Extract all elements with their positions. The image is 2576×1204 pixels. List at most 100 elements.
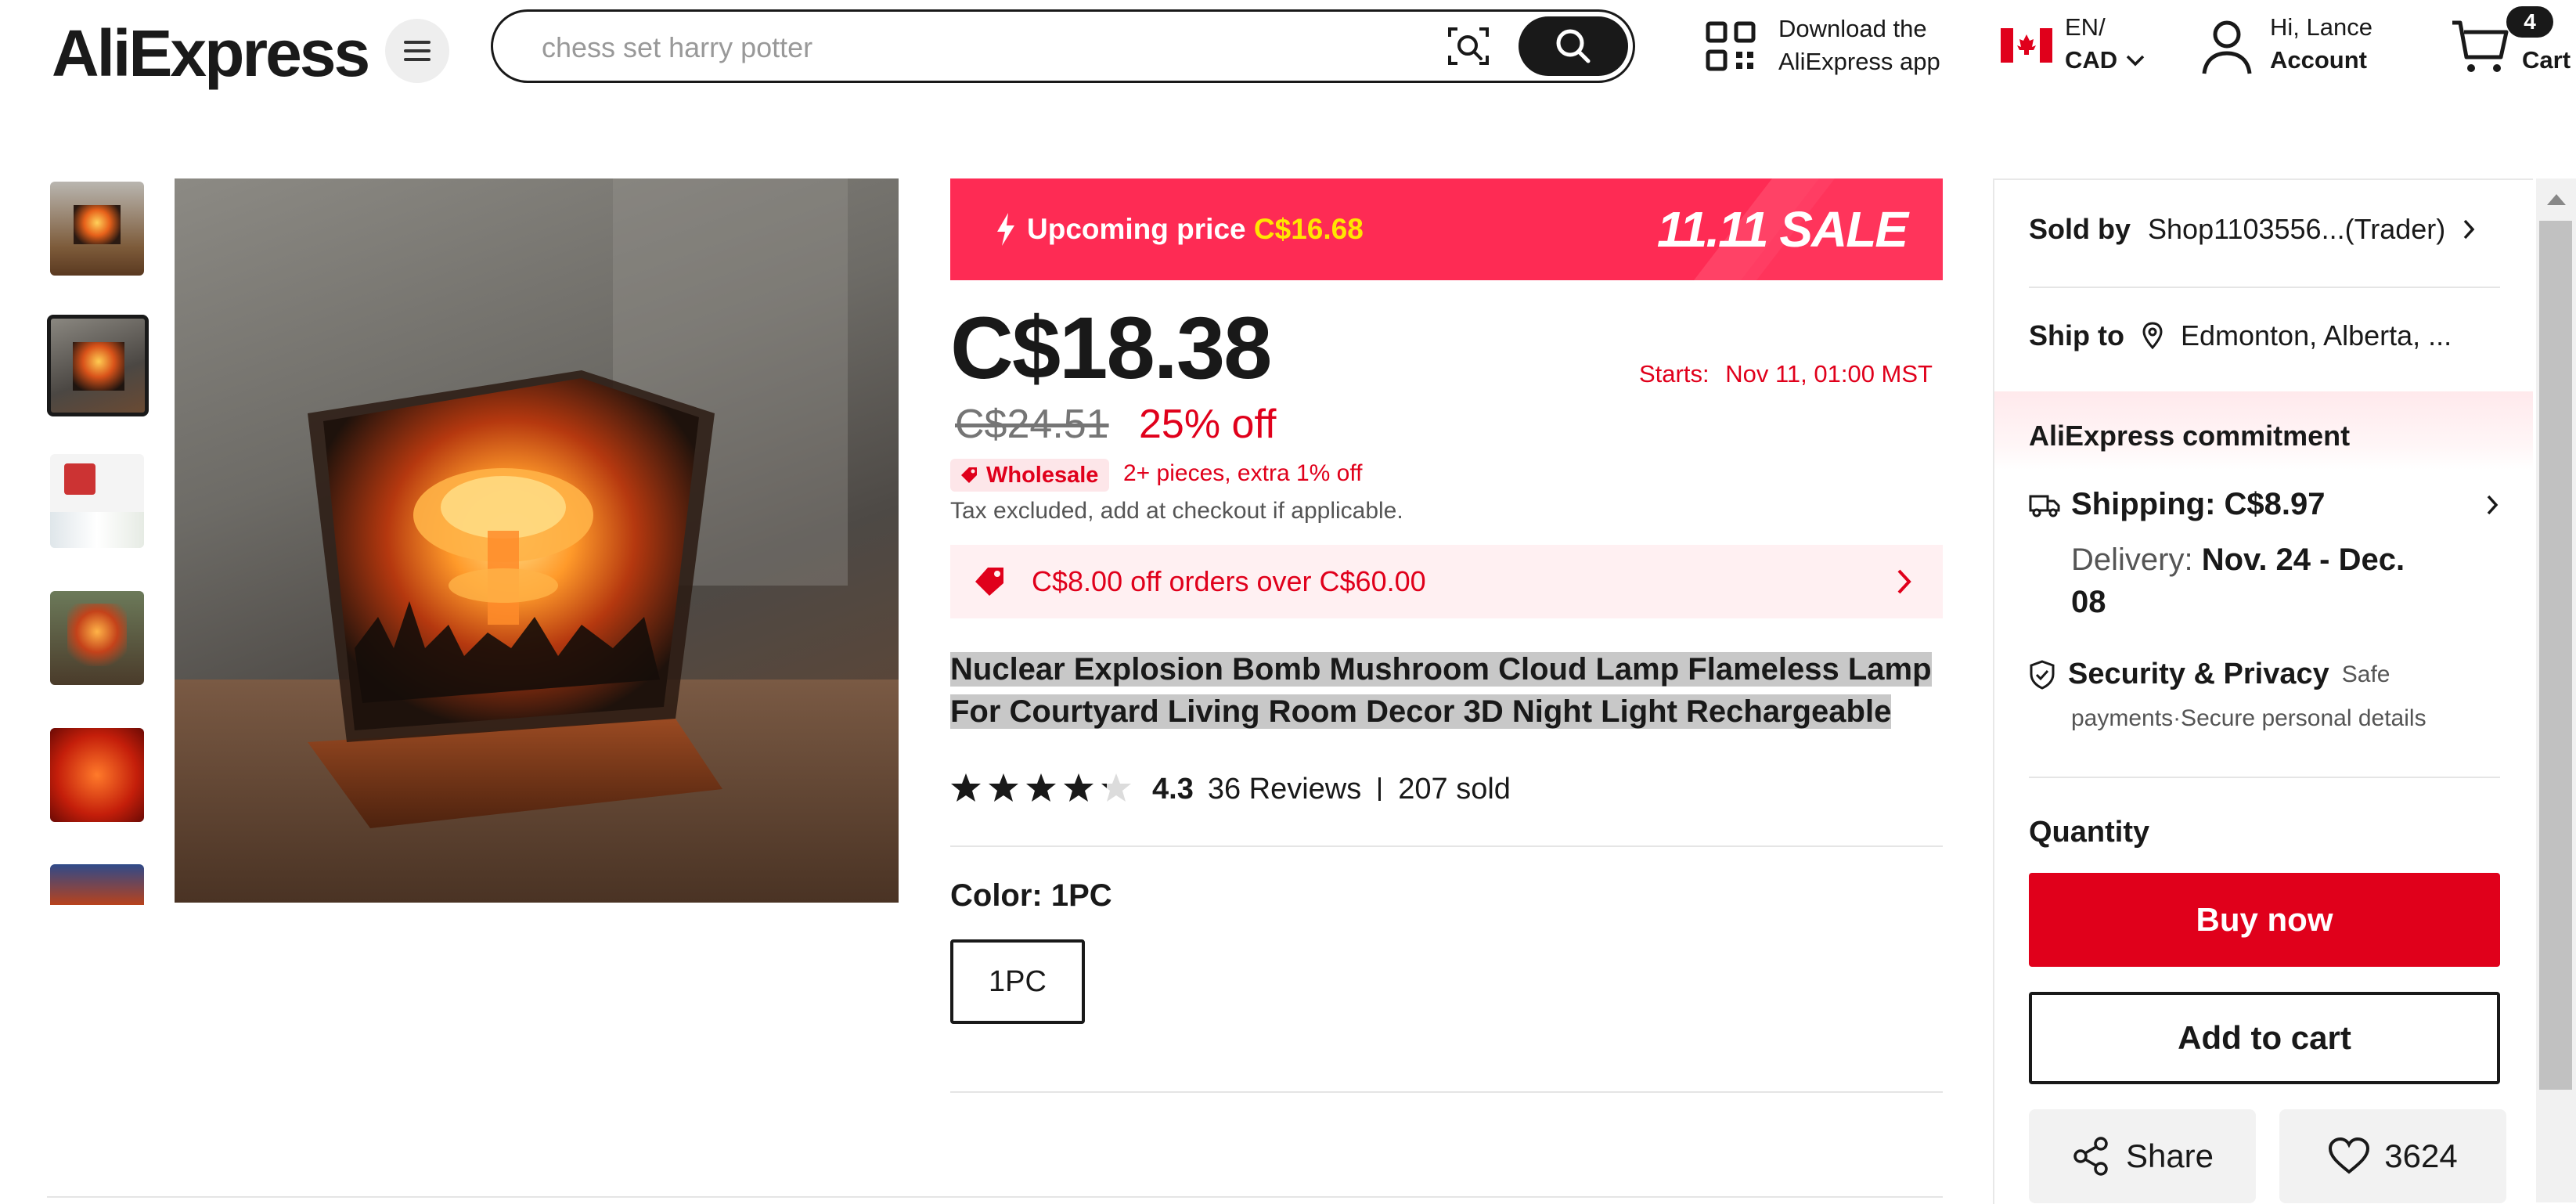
sold-count: 207 sold	[1398, 772, 1511, 806]
color-option-1pc[interactable]: 1PC	[950, 939, 1085, 1024]
ship-to-row[interactable]: Ship to Edmonton, Alberta, ...	[2029, 319, 2452, 352]
star-rating	[950, 772, 1135, 806]
starts-value: Nov 11, 01:00 MST	[1725, 360, 1933, 388]
sold-by-row[interactable]: Sold by Shop1103556...(Trader)	[2029, 213, 2499, 246]
discount-label: 25% off	[1139, 402, 1277, 447]
wholesale-label: Wholesale	[986, 463, 1099, 488]
locale-switcher[interactable]: EN/ CAD	[2065, 11, 2145, 77]
cart-count-badge: 4	[2506, 6, 2553, 38]
add-to-cart-button[interactable]: Add to cart	[2029, 992, 2500, 1084]
sale-event-label: 11.11 SALE	[1656, 201, 1908, 258]
account-label: Account	[2270, 46, 2367, 74]
security-details: payments·Secure personal details	[2071, 705, 2426, 731]
reviews-link[interactable]: 36 Reviews	[1208, 773, 1361, 806]
original-price: C$24.51	[955, 402, 1109, 447]
quantity-label: Quantity	[2029, 816, 2150, 849]
canada-flag-icon	[2001, 28, 2052, 63]
menu-button[interactable]	[385, 19, 449, 83]
search-bar	[491, 9, 1635, 83]
share-label: Share	[2125, 1137, 2214, 1174]
shipping-row[interactable]: Shipping: C$8.97	[2029, 487, 2499, 522]
search-icon	[1556, 29, 1591, 63]
thumbnail-5[interactable]	[50, 728, 144, 822]
ship-to-location: Edmonton, Alberta, ...	[2180, 319, 2452, 351]
panel-divider	[2029, 777, 2500, 778]
wholesale-badge: Wholesale	[950, 459, 1110, 492]
qr-code-icon[interactable]	[1705, 20, 1756, 72]
security-title: Security & Privacy	[2068, 658, 2329, 690]
delivery-label: Delivery:	[2071, 543, 2193, 577]
image-search-icon[interactable]	[1447, 24, 1490, 68]
heart-icon	[2329, 1137, 2370, 1174]
security-row[interactable]: Security & Privacy Safe payments·Secure …	[2029, 658, 2499, 732]
greeting: Hi, Lance	[2270, 13, 2372, 41]
thumbnail-6-partial[interactable]	[50, 864, 144, 905]
locale-currency: CAD	[2065, 46, 2118, 74]
thumbnail-1[interactable]	[50, 182, 144, 276]
cart-icon[interactable]	[2450, 19, 2509, 75]
panel-divider	[2029, 287, 2500, 288]
divider	[1378, 777, 1382, 801]
upcoming-price-value: C$16.68	[1253, 213, 1364, 245]
thumbnail-3[interactable]	[50, 454, 144, 548]
shield-icon	[2030, 659, 2055, 690]
page-divider	[47, 1196, 1943, 1198]
account-icon[interactable]	[2201, 19, 2253, 75]
product-title-line1: Nuclear Explosion Bomb Mushroom Cloud La…	[950, 652, 1932, 687]
truck-icon	[2029, 495, 2060, 517]
lightning-icon	[997, 213, 1014, 246]
section-divider	[950, 845, 1943, 847]
store-name: Shop1103556...(Trader)	[2148, 213, 2446, 245]
search-input[interactable]	[540, 26, 1404, 70]
aliexpress-logo[interactable]: AliExpress	[52, 14, 370, 92]
chevron-down-icon	[2126, 55, 2145, 67]
wholesale-text: 2+ pieces, extra 1% off	[1123, 460, 1363, 486]
security-tail: Safe	[2341, 661, 2390, 687]
sold-by-label: Sold by	[2029, 213, 2131, 245]
thumbnail-4[interactable]	[50, 591, 144, 685]
coupon-tag-icon	[975, 568, 1003, 596]
download-line2: AliExpress app	[1778, 48, 1940, 75]
main-product-image[interactable]	[175, 178, 899, 903]
wishlist-count: 3624	[2384, 1137, 2458, 1174]
delivery-estimate: Delivery: Nov. 24 - Dec. 08	[2071, 539, 2494, 623]
lamp-product-photo	[175, 178, 899, 903]
rating-value: 4.3	[1152, 772, 1194, 806]
thumbnail-2-selected[interactable]	[47, 315, 149, 416]
commitment-title: AliExpress commitment	[2029, 420, 2351, 452]
section-divider	[950, 1091, 1943, 1093]
share-button[interactable]: Share	[2029, 1109, 2256, 1203]
scrollbar-thumb[interactable]	[2539, 221, 2572, 1090]
chevron-right-icon	[2463, 219, 2475, 240]
coupon-banner[interactable]: C$8.00 off orders over C$60.00	[950, 545, 1943, 618]
wishlist-button[interactable]: 3624	[2279, 1109, 2506, 1203]
sale-banner[interactable]: Upcoming price C$16.68 11.11 SALE	[950, 178, 1943, 280]
delivery-dates-end: 08	[2071, 585, 2106, 619]
chevron-right-icon	[2487, 495, 2499, 514]
locale-language: EN/	[2065, 13, 2106, 41]
tag-icon	[961, 467, 977, 483]
starts-label: Starts:	[1639, 360, 1710, 388]
download-line1: Download the	[1778, 15, 1927, 42]
download-app-link[interactable]: Download the AliExpress app	[1778, 13, 1940, 78]
upcoming-price-label: Upcoming price	[1027, 213, 1246, 245]
coupon-text: C$8.00 off orders over C$60.00	[1032, 565, 1426, 597]
account-menu[interactable]: Hi, Lance Account	[2270, 11, 2372, 77]
delivery-dates-start: Nov. 24 - Dec.	[2201, 543, 2405, 577]
ship-to-label: Ship to	[2029, 319, 2124, 351]
sale-start-time: Starts: Nov 11, 01:00 MST	[1639, 360, 1933, 388]
share-icon	[2073, 1137, 2108, 1176]
cart-label[interactable]: Cart	[2522, 44, 2571, 77]
chevron-right-icon	[1897, 569, 1911, 594]
product-title: Nuclear Explosion Bomb Mushroom Cloud La…	[950, 648, 1943, 733]
rating-row: 4.3 36 Reviews 207 sold	[950, 766, 1511, 813]
shipping-cost: Shipping: C$8.97	[2071, 487, 2326, 521]
product-title-line2: For Courtyard Living Room Decor 3D Night…	[950, 694, 1892, 729]
buy-now-button[interactable]: Buy now	[2029, 873, 2500, 967]
tax-note: Tax excluded, add at checkout if applica…	[950, 498, 1403, 524]
color-label: Color: 1PC	[950, 878, 1112, 913]
scroll-up-arrow-icon[interactable]	[2545, 191, 2567, 207]
hamburger-icon	[404, 41, 431, 61]
stars-filled	[950, 772, 1107, 806]
search-button[interactable]	[1519, 16, 1628, 76]
